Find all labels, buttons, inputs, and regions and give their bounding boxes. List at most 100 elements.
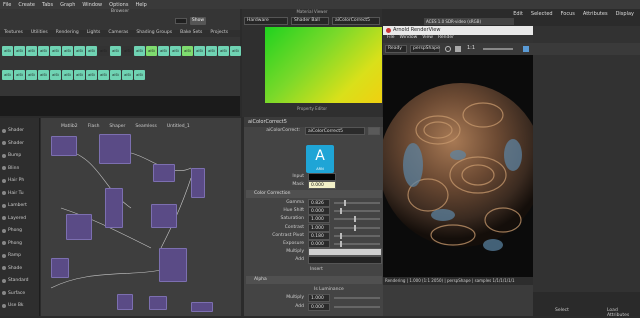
tab-seamless[interactable]: Seamless [135,124,156,131]
menu-graph[interactable]: Graph [60,2,75,8]
slider-handle[interactable] [340,241,342,247]
zoom-level[interactable]: 1:1 [467,45,475,51]
create-list-item[interactable]: Use Bk [2,303,24,308]
menu-attributes[interactable]: Attributes [583,11,608,19]
tab-utilities[interactable]: Utilities [28,30,51,37]
create-list-item[interactable]: Lambert [2,203,27,208]
shader-swatch[interactable]: aiSt [86,46,97,56]
attribute-slider[interactable] [334,218,380,221]
mask-field[interactable]: 0.000 [308,181,336,189]
shader-swatch[interactable]: aiSt [2,70,13,80]
create-list-item[interactable]: Standard [2,278,28,283]
attribute-field[interactable] [308,256,382,265]
menu-create[interactable]: Create [18,2,35,8]
node-name-field[interactable]: aiColorCorrect5 [305,127,365,135]
menu-help[interactable]: Help [135,2,146,8]
property-editor-tab[interactable]: Property Editor [242,104,382,114]
shader-swatch[interactable]: aiSt [182,46,193,56]
shader-node[interactable] [117,294,133,310]
create-list-item[interactable]: Bump [2,153,21,158]
shader-node[interactable] [51,136,77,156]
rv-menu-file[interactable]: File [387,35,395,43]
slider-handle[interactable] [354,216,356,223]
tab-lights[interactable]: Lights [84,30,104,37]
shader-swatch[interactable]: aiSt [74,70,85,80]
shader-node[interactable] [151,204,177,228]
shader-swatch[interactable]: aiSt [110,46,121,56]
menu-file[interactable]: File [3,2,11,8]
insert-button[interactable]: Insert [310,267,330,272]
shader-node[interactable] [159,248,187,282]
attribute-slider[interactable] [334,226,380,229]
shader-swatch[interactable]: aiSt [14,46,25,56]
shader-swatch[interactable]: aiSt [26,70,37,80]
play-icon[interactable] [445,46,451,52]
material-dropdown[interactable]: aiColorCorrect5 [332,17,380,25]
color-correction-section[interactable]: Color Correction [246,190,382,198]
slider-handle[interactable] [344,200,346,206]
shader-swatch[interactable]: aiSt [110,70,121,80]
shader-swatch[interactable]: aiSt [170,46,181,56]
renderer-dropdown[interactable]: Hardware [244,17,288,25]
render-status-dropdown[interactable]: Ready [385,45,407,53]
shader-node[interactable] [191,302,213,312]
stop-icon[interactable] [455,46,461,52]
create-list-item[interactable]: Shader [2,141,24,146]
tab-textures[interactable]: Textures [1,30,26,37]
attribute-field[interactable]: 1.000 [308,223,330,232]
shader-swatch[interactable]: aiSt [50,70,61,80]
attribute-field[interactable]: 1.000 [308,215,330,224]
create-list-item[interactable]: Shader [2,128,24,133]
menu-edit[interactable]: Edit [513,11,523,19]
focus-button[interactable] [368,127,380,135]
menu-tabs[interactable]: Tabs [42,2,53,8]
shader-swatch[interactable]: aiSt [122,70,133,80]
camera-dropdown[interactable]: perspShape [410,45,440,53]
shader-swatch[interactable]: aiSt [14,70,25,80]
shader-node[interactable] [191,168,205,198]
create-list-item[interactable]: Shade [2,266,22,271]
shader-swatch[interactable]: aiSt [74,46,85,56]
shader-swatch[interactable]: aiSt [134,46,145,56]
slider-handle[interactable] [340,232,342,239]
attribute-slider[interactable] [334,305,380,308]
shader-node[interactable] [105,188,123,228]
attribute-slider[interactable] [334,297,380,300]
rv-menu-render[interactable]: Render [438,35,454,43]
create-list-item[interactable]: Layered [2,216,26,221]
attribute-slider[interactable] [334,202,380,204]
shader-swatch[interactable]: aiSt [194,46,205,56]
slider-handle[interactable] [354,224,356,231]
color-space-dropdown[interactable]: ACES 1.0 SDR-video (sRGB) [424,18,514,25]
is-luminance-checkbox[interactable]: Is Luminance [314,287,374,292]
attribute-field[interactable]: 0.000 [308,240,330,248]
tab-shading-groups[interactable]: Shading Groups [133,30,175,37]
shader-swatch[interactable]: aiSt [26,46,37,56]
shader-swatch[interactable]: aiSt [230,46,241,56]
tab-untitled-1[interactable]: Untitled_1 [167,124,190,131]
select-button[interactable]: Select [555,308,569,313]
create-list-item[interactable]: Blinn [2,166,19,171]
create-list-item[interactable]: Phong [2,228,22,233]
tab-projects[interactable]: Projects [207,30,231,37]
shader-swatch[interactable]: aiSt [122,46,133,56]
attribute-field[interactable] [308,248,382,257]
create-list-item[interactable]: Surface [2,291,25,296]
shader-node[interactable] [66,214,92,240]
attribute-field[interactable]: 0.826 [308,199,330,207]
shader-swatch[interactable]: aiSt [38,70,49,80]
shader-swatch[interactable]: aiSt [158,46,169,56]
exposure-slider[interactable] [483,48,513,50]
menu-selected[interactable]: Selected [531,11,553,19]
attribute-field[interactable]: 0.180 [308,231,330,240]
shader-swatch[interactable]: aiSt [2,46,13,56]
rv-menu-window[interactable]: Window [400,35,418,43]
shader-swatch[interactable]: aiSt [98,70,109,80]
show-button[interactable]: Show [190,17,206,25]
create-list-item[interactable]: Hair Ph [2,178,24,183]
shader-swatch[interactable]: aiSt [218,46,229,56]
shader-node[interactable] [51,258,69,278]
menu-window[interactable]: Window [82,2,102,8]
menu-options[interactable]: Options [109,2,128,8]
create-list-item[interactable]: Phong [2,241,22,246]
